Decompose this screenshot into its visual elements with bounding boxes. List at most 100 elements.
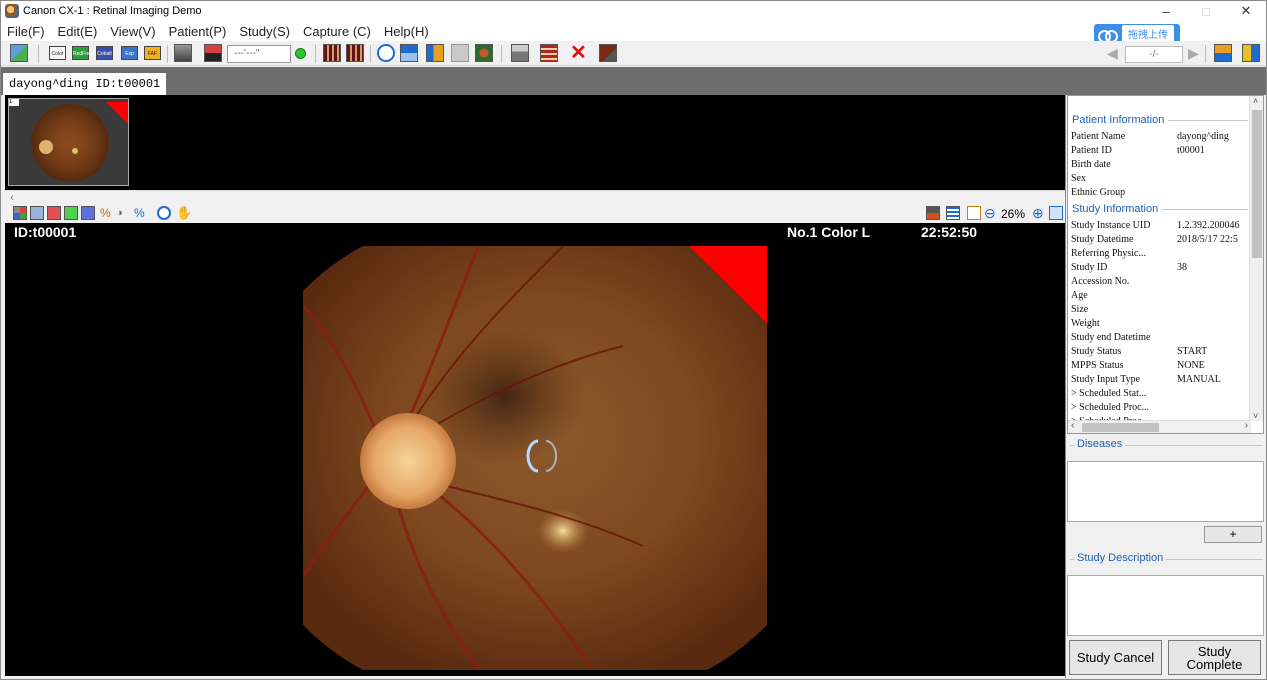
mode-exp-button[interactable]: Exp [121, 46, 138, 60]
scroll-down-icon[interactable]: ˅ [1253, 411, 1258, 421]
mode-cobalt-button[interactable]: Cobalt [96, 46, 113, 60]
scroll-left-icon[interactable]: ‹ [5, 191, 19, 205]
mode-faf-button[interactable]: FAF [144, 46, 161, 60]
diseases-list[interactable] [1067, 461, 1264, 522]
list-view-icon[interactable] [946, 206, 960, 220]
zoom-level: 26% [1001, 207, 1026, 221]
info-row: Ethnic Group [1071, 187, 1126, 198]
scroll-left-icon[interactable]: ‹ [1071, 420, 1074, 431]
next-arrow-icon[interactable]: ▶ [1188, 45, 1199, 65]
title-bar: Canon CX-1 : Retinal Imaging Demo – □ ✕ [1, 1, 1266, 21]
app-window: Canon CX-1 : Retinal Imaging Demo – □ ✕ … [0, 0, 1267, 680]
toolbar-separator [38, 45, 39, 63]
measure-icon[interactable]: % [134, 206, 148, 220]
study-description-field[interactable] [1067, 575, 1264, 636]
menu-view[interactable]: View(V) [110, 24, 155, 39]
info-row: Accession No. [1071, 276, 1130, 287]
exit-icon[interactable] [1242, 44, 1260, 62]
new-patient-icon[interactable] [10, 44, 28, 62]
info-list[interactable]: Patient Information Patient Name dayong^d… [1067, 95, 1264, 434]
study-info-header: Study Information [1072, 203, 1163, 215]
previous-arrow-icon[interactable]: ◀ [1107, 45, 1118, 65]
patient-tab-strip: dayong^ding ID:t00001 [1, 67, 1266, 95]
scroll-thumb[interactable] [1252, 110, 1262, 258]
maximize-button[interactable]: □ [1186, 1, 1226, 21]
transfer-icon[interactable] [400, 44, 418, 62]
fullscreen-icon[interactable] [1049, 206, 1063, 220]
scroll-right-icon[interactable]: › [1245, 420, 1248, 431]
thumbnail-image[interactable]: 1 [8, 98, 129, 186]
contrast-icon[interactable]: ◑ [116, 206, 130, 220]
capture-settings-icon[interactable] [599, 44, 617, 62]
red-channel-icon[interactable] [47, 206, 61, 220]
print-icon[interactable] [511, 44, 529, 62]
fit-window-icon[interactable] [967, 206, 981, 220]
scroll-up-icon[interactable]: ˄ [1253, 96, 1258, 106]
search-study-icon[interactable] [377, 44, 395, 62]
right-info-panel: Patient Information Patient Name dayong^d… [1065, 95, 1266, 678]
grid-view-icon[interactable] [346, 44, 364, 62]
menu-edit[interactable]: Edit(E) [58, 24, 98, 39]
info-row: Age [1071, 290, 1088, 301]
delete-icon[interactable]: ✕ [570, 43, 587, 63]
diseases-header: Diseases [1074, 438, 1126, 450]
mode-color-button[interactable]: Color [49, 46, 66, 60]
compare-icon[interactable] [451, 44, 469, 62]
menu-study[interactable]: Study(S) [239, 24, 290, 39]
info-row[interactable]: > Scheduled Proc... [1071, 402, 1149, 413]
camera-icon[interactable] [204, 44, 222, 62]
status-led-icon [295, 48, 306, 59]
add-disease-button[interactable]: + [1204, 526, 1262, 543]
printer-settings-icon[interactable] [174, 44, 192, 62]
menu-capture[interactable]: Capture (C) [303, 24, 371, 39]
minimize-button[interactable]: – [1146, 1, 1186, 21]
adjust-icon[interactable]: % [100, 206, 114, 220]
info-row: Study Instance UID 1.2.392.200046 [1071, 220, 1240, 231]
menu-patient[interactable]: Patient(P) [169, 24, 227, 39]
zoom-in-icon[interactable]: ⊕ [1032, 206, 1046, 220]
export-icon[interactable] [426, 44, 444, 62]
info-row: Size [1071, 304, 1089, 315]
info-row[interactable]: > Scheduled Stat... [1071, 388, 1146, 399]
mode-redfree-button[interactable]: RedFree [72, 46, 92, 60]
menu-bar: File(F) Edit(E) View(V) Patient(P) Study… [1, 21, 1266, 41]
exposure-field[interactable]: ---'---" [227, 45, 291, 63]
app-logo-icon [5, 4, 19, 18]
print-layout-icon[interactable] [540, 44, 558, 62]
image-viewer[interactable]: ID:t00001 No.1 Color L 22:52:50 [5, 223, 1065, 676]
layout-quad-icon[interactable] [13, 206, 27, 220]
window-title: Canon CX-1 : Retinal Imaging Demo [23, 5, 202, 17]
scroll-thumb[interactable] [1082, 423, 1159, 432]
window-controls: – □ ✕ [1146, 1, 1266, 21]
page-nav-field[interactable]: -/- [1125, 46, 1183, 63]
study-complete-button[interactable]: Study Complete [1168, 640, 1261, 675]
info-row: Sex [1071, 173, 1086, 184]
study-cancel-button[interactable]: Study Cancel [1069, 640, 1162, 675]
thumbnail-scrollbar[interactable]: ‹ › [5, 190, 1074, 205]
info-row: Weight [1071, 318, 1100, 329]
toolbar-separator [501, 45, 502, 63]
blue-channel-icon[interactable] [81, 206, 95, 220]
magnifier-icon[interactable] [157, 206, 171, 220]
patient-tab[interactable]: dayong^ding ID:t00001 [3, 73, 167, 95]
info-row: Study Input Type MANUAL [1071, 374, 1221, 385]
green-channel-icon[interactable] [64, 206, 78, 220]
image-analysis-icon[interactable] [475, 44, 493, 62]
info-row: Study Datetime 2018/5/17 22:5 [1071, 234, 1238, 245]
snapshot-icon[interactable] [926, 206, 940, 220]
cloud-icon [1098, 28, 1118, 43]
overlay-time: 22:52:50 [921, 224, 978, 240]
layout-single-icon[interactable] [30, 206, 44, 220]
zoom-out-icon[interactable]: ⊖ [984, 206, 998, 220]
thumbnail-strip: 1 [5, 95, 1065, 190]
info-row: Study end Datetime [1071, 332, 1151, 343]
menu-file[interactable]: File(F) [7, 24, 45, 39]
info-row: Patient ID t00001 [1071, 145, 1205, 156]
info-vertical-scrollbar[interactable]: ˄ ˅ [1249, 96, 1263, 421]
info-horizontal-scrollbar[interactable]: ‹ › [1068, 420, 1251, 433]
close-window-button[interactable]: ✕ [1226, 1, 1266, 21]
pan-hand-icon[interactable]: ✋ [176, 206, 192, 220]
import-icon[interactable] [1214, 44, 1232, 62]
film-strip-icon[interactable] [323, 44, 341, 62]
menu-help[interactable]: Help(H) [384, 24, 429, 39]
